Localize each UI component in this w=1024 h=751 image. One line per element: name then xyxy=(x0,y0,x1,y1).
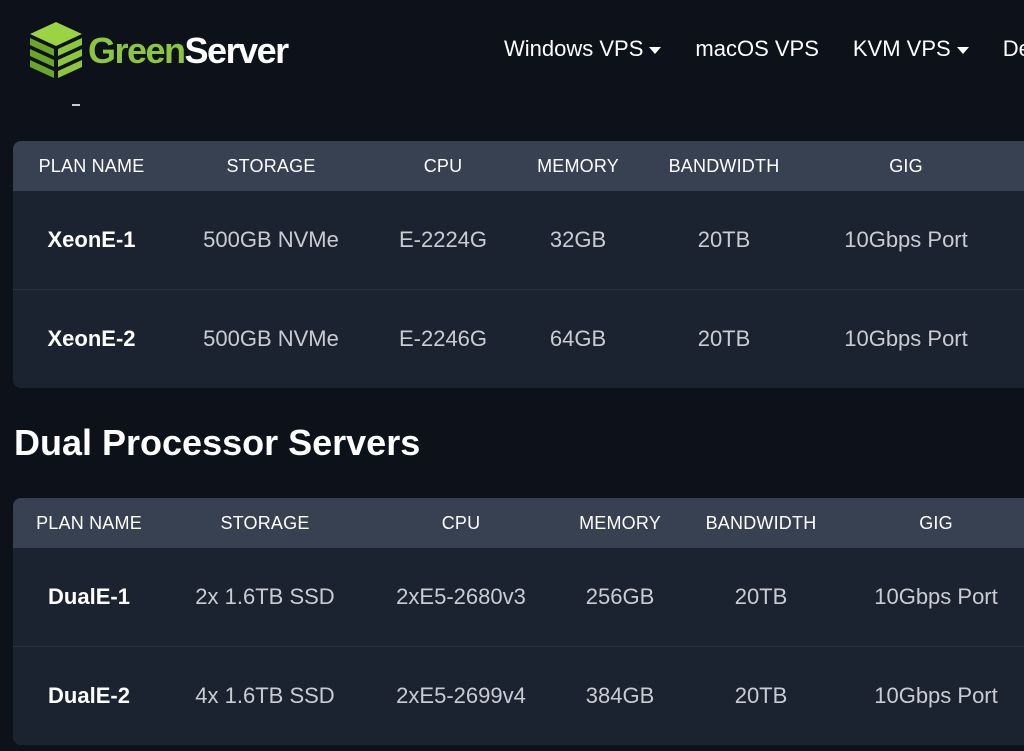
cpu-cell: 2xE5-2699v4 xyxy=(396,683,526,708)
column-header-cpu: CPU xyxy=(441,512,481,533)
gig-cell: 10Gbps Port xyxy=(844,326,968,351)
bandwidth-cell: 20TB xyxy=(734,584,788,609)
bandwidth-cell: 20TB xyxy=(697,227,751,252)
memory-cell: 64GB xyxy=(549,326,607,351)
column-header-storage: STORAGE xyxy=(226,155,316,176)
memory-cell: 384GB xyxy=(585,683,655,708)
table-row[interactable]: DualE-1 2x 1.6TB SSD 2xE5-2680v3 256GB 2… xyxy=(13,548,1024,646)
nav-item-truncated[interactable]: De xyxy=(1003,34,1024,64)
column-header-plan-name: PLAN NAME xyxy=(36,512,142,533)
memory-cell: 256GB xyxy=(585,584,655,609)
table-row[interactable]: XeonE-1 500GB NVMe E-2224G 32GB 20TB 10G… xyxy=(13,191,1024,289)
brand-name-white: Server xyxy=(184,30,290,71)
bandwidth-cell: 20TB xyxy=(697,326,751,351)
plan-name-cell: DualE-2 xyxy=(48,683,130,708)
bandwidth-cell: 20TB xyxy=(734,683,788,708)
plan-name-cell: XeonE-2 xyxy=(47,326,136,351)
clipped-text-fragment xyxy=(72,104,80,106)
nav-item-label: Windows VPS xyxy=(504,36,644,61)
cpu-cell: 2xE5-2680v3 xyxy=(396,584,526,609)
table-row[interactable]: DualE-2 4x 1.6TB SSD 2xE5-2699v4 384GB 2… xyxy=(13,646,1024,745)
caret-down-icon xyxy=(649,46,662,54)
dual-plans-table: PLAN NAME STORAGE CPU MEMORY BANDWIDTH G… xyxy=(13,498,1024,745)
storage-cell: 2x 1.6TB SSD xyxy=(195,584,335,609)
memory-cell: 32GB xyxy=(549,227,607,252)
brand-logo[interactable]: GreenServer xyxy=(26,20,296,82)
column-header-cpu: CPU xyxy=(423,155,463,176)
gig-cell: 10Gbps Port xyxy=(874,584,998,609)
storage-cell: 500GB NVMe xyxy=(203,326,339,351)
table-row[interactable]: XeonE-2 500GB NVMe E-2246G 64GB 20TB 10G… xyxy=(13,289,1024,388)
column-header-memory: MEMORY xyxy=(537,155,619,176)
nav-item-label: macOS VPS xyxy=(695,36,819,61)
xeon-plans-table: PLAN NAME STORAGE CPU MEMORY BANDWIDTH G… xyxy=(13,141,1024,388)
storage-cell: 4x 1.6TB SSD xyxy=(195,683,335,708)
column-header-bandwidth: BANDWIDTH xyxy=(705,512,817,533)
column-header-memory: MEMORY xyxy=(579,512,661,533)
plan-name-cell: DualE-1 xyxy=(48,584,130,609)
nav-item-kvm-vps[interactable]: KVM VPS xyxy=(853,34,969,64)
column-header-bandwidth: BANDWIDTH xyxy=(668,155,780,176)
brand-name-green: Green xyxy=(88,30,186,71)
gig-cell: 10Gbps Port xyxy=(874,683,998,708)
cpu-cell: E-2246G xyxy=(398,326,488,351)
main-nav: Windows VPS macOS VPS KVM VPS De xyxy=(504,34,1024,64)
stacked-cube-icon xyxy=(30,22,82,78)
nav-item-windows-vps[interactable]: Windows VPS xyxy=(504,34,662,64)
storage-cell: 500GB NVMe xyxy=(203,227,339,252)
column-header-storage: STORAGE xyxy=(220,512,310,533)
site-header: GreenServer Windows VPS macOS VPS KVM VP… xyxy=(0,0,1024,100)
table-header-row: PLAN NAME STORAGE CPU MEMORY BANDWIDTH G… xyxy=(13,498,1024,548)
plan-name-cell: XeonE-1 xyxy=(47,227,136,252)
page: GreenServer Windows VPS macOS VPS KVM VP… xyxy=(0,0,1024,751)
table-header-row: PLAN NAME STORAGE CPU MEMORY BANDWIDTH G… xyxy=(13,141,1024,191)
gig-cell: 10Gbps Port xyxy=(844,227,968,252)
caret-down-icon xyxy=(956,46,969,54)
column-header-gig: GIG xyxy=(919,512,953,533)
section-title-dual-processor: Dual Processor Servers xyxy=(14,422,421,463)
nav-item-label: KVM VPS xyxy=(852,36,951,61)
cpu-cell: E-2224G xyxy=(398,227,488,252)
brand-name: GreenServer xyxy=(88,30,290,72)
nav-item-label: De xyxy=(1002,36,1024,61)
column-header-gig: GIG xyxy=(889,155,923,176)
column-header-plan-name: PLAN NAME xyxy=(38,155,145,176)
nav-item-macos-vps[interactable]: macOS VPS xyxy=(695,34,818,64)
